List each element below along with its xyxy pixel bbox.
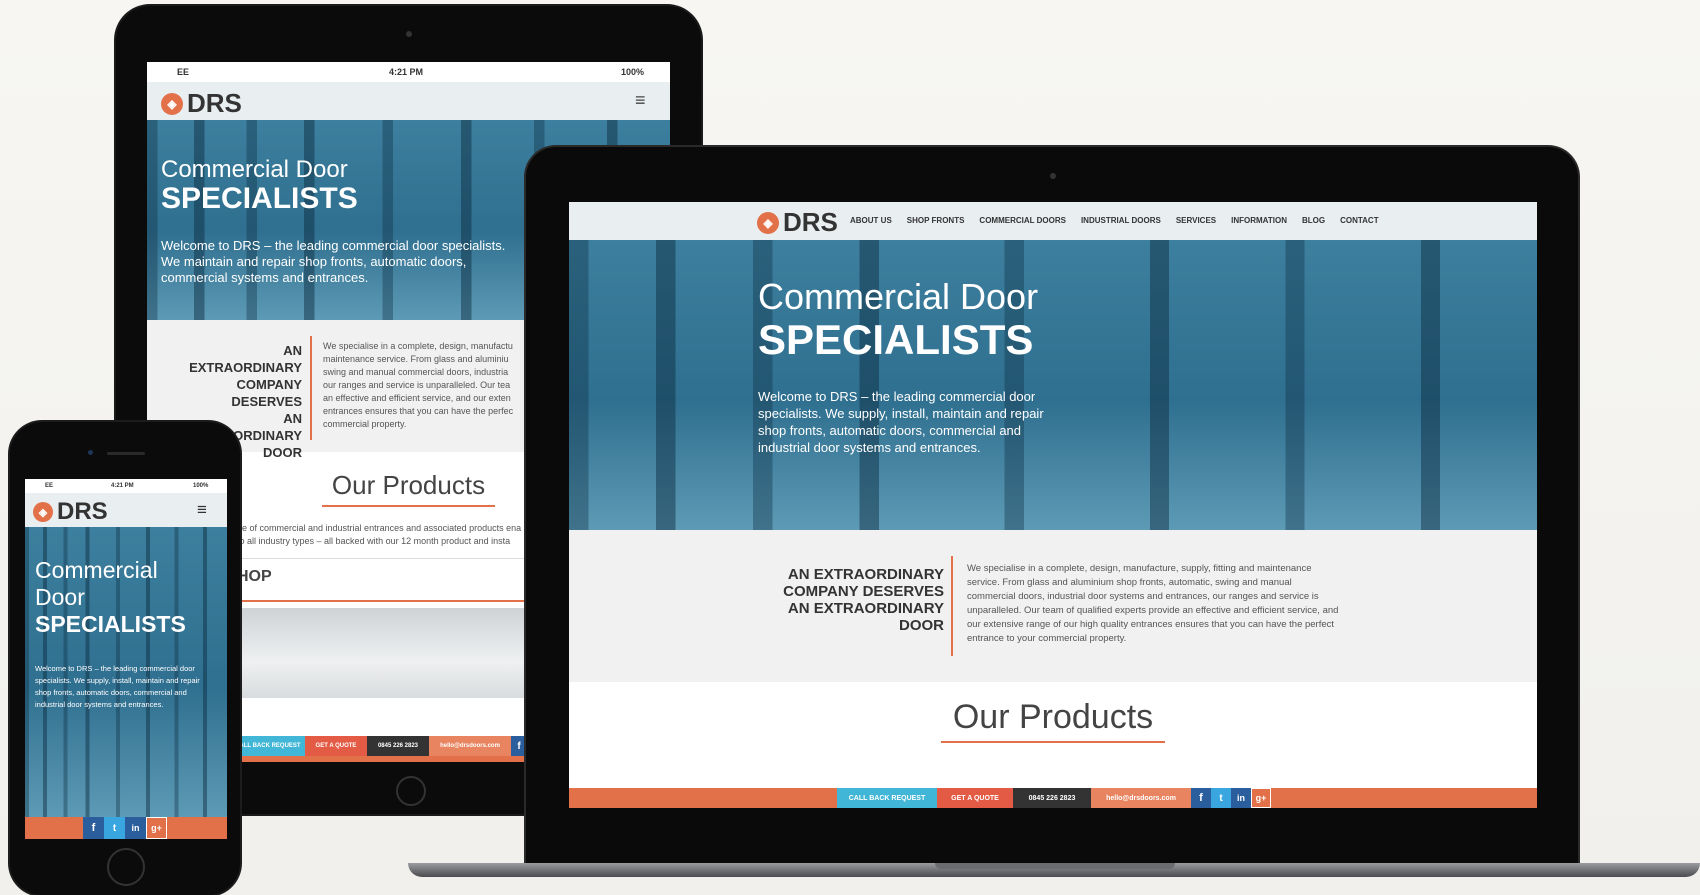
laptop-notch <box>935 863 1175 869</box>
nav-blog[interactable]: BLOG <box>1302 216 1325 225</box>
phone-cta-bar: f t in g+ <box>25 817 227 839</box>
phone-carrier: EE <box>45 483 54 489</box>
hero-text: Welcome to DRS – the leading commercial … <box>35 664 200 709</box>
callback-button[interactable]: ALL BACK REQUEST <box>235 736 305 756</box>
products-subheading: HOP <box>237 568 272 585</box>
hero-title-line2: SPECIALISTS <box>161 182 358 215</box>
phone-speaker <box>107 452 145 455</box>
tablet-time: 4:21 PM <box>389 67 424 77</box>
hero-title-line1: Commercial Door <box>161 156 348 183</box>
hero-title-line2: SPECIALISTS <box>35 611 186 637</box>
nav-about-us[interactable]: ABOUT US <box>850 216 892 225</box>
hero-text: Welcome to DRS – the leading commercial … <box>161 238 506 285</box>
callback-button[interactable]: CALL BACK REQUEST <box>837 788 937 808</box>
facebook-icon[interactable]: f <box>1191 788 1211 808</box>
intro-divider <box>951 556 953 656</box>
products-heading-wrap: Our Products <box>569 698 1537 743</box>
nav-information[interactable]: INFORMATION <box>1231 216 1287 225</box>
nav-services[interactable]: SERVICES <box>1176 216 1216 225</box>
tablet-header: ◈ DRS ≡ <box>147 82 670 120</box>
logo-text: DRS <box>187 88 242 118</box>
email-button[interactable]: hello@drsdoors.com <box>1091 788 1191 808</box>
laptop-base <box>408 863 1700 877</box>
main-nav: ABOUT US SHOP FRONTS COMMERCIAL DOORS IN… <box>850 216 1379 225</box>
tablet-carrier: EE <box>177 67 190 77</box>
tablet-home-button[interactable] <box>396 776 426 806</box>
logo-hexagon-icon: ◈ <box>33 502 53 522</box>
linkedin-icon[interactable]: in <box>1231 788 1251 808</box>
quote-button[interactable]: GET A QUOTE <box>937 788 1013 808</box>
hero-title-line1a: Commercial <box>35 557 158 583</box>
hero-title-line1b: Door <box>35 584 85 610</box>
laptop-header: ◈ DRS ABOUT US SHOP FRONTS COMMERCIAL DO… <box>569 202 1537 240</box>
phone-logo[interactable]: ◈ DRS <box>33 498 108 526</box>
facebook-icon[interactable]: f <box>511 736 527 756</box>
phone-header: ◈ DRS ≡ <box>25 493 227 527</box>
linkedin-icon[interactable]: in <box>125 817 146 839</box>
phone-camera <box>88 450 93 455</box>
hero-title-line2: SPECIALISTS <box>758 316 1034 363</box>
hero-title-line1: Commercial Door <box>758 276 1039 317</box>
quote-button[interactable]: GET A QUOTE <box>305 736 367 756</box>
nav-industrial-doors[interactable]: INDUSTRIAL DOORS <box>1081 216 1161 225</box>
tablet-status-bar: EE 4:21 PM 100% <box>147 62 670 82</box>
phone-status-bar: EE 4:21 PM 100% <box>25 479 227 493</box>
twitter-icon[interactable]: t <box>104 817 125 839</box>
phone-time: 4:21 PM <box>111 483 134 489</box>
intro-divider <box>310 336 312 440</box>
products-text: ge of commercial and industrial entrance… <box>237 523 529 546</box>
hero-text: Welcome to DRS – the leading commercial … <box>758 389 1044 455</box>
laptop-intro: AN EXTRAORDINARY COMPANY DESERVES AN EXT… <box>569 530 1537 682</box>
tablet-battery: 100% <box>621 67 645 77</box>
hamburger-icon[interactable]: ≡ <box>635 90 646 111</box>
products-heading: Our Products <box>940 698 1166 743</box>
laptop-camera <box>1050 173 1056 179</box>
tablet-cta-bar-buttons: ALL BACK REQUEST GET A QUOTE 0845 226 28… <box>235 736 527 756</box>
logo-text: DRS <box>57 498 108 525</box>
phone-button[interactable]: 0845 226 2823 <box>1013 788 1091 808</box>
phone-home-button[interactable] <box>107 848 145 886</box>
phone-hero: Commercial Door SPECIALISTS Welcome to D… <box>25 527 227 817</box>
phone-social-buttons: f t in g+ <box>83 817 167 839</box>
products-heading: Our Products <box>321 470 496 507</box>
nav-shop-fronts[interactable]: SHOP FRONTS <box>907 216 965 225</box>
google-plus-icon[interactable]: g+ <box>1251 788 1271 808</box>
laptop-hero: Commercial Door SPECIALISTS Welcome to D… <box>569 240 1537 530</box>
hamburger-icon[interactable]: ≡ <box>197 500 207 520</box>
phone-battery: 100% <box>193 483 209 489</box>
twitter-icon[interactable]: t <box>1211 788 1231 808</box>
email-button[interactable]: hello@drsdoors.com <box>429 736 511 756</box>
logo-text: DRS <box>783 207 838 237</box>
tablet-camera <box>406 31 412 37</box>
tablet-logo[interactable]: ◈ DRS <box>161 88 242 119</box>
laptop-screen: ◈ DRS ABOUT US SHOP FRONTS COMMERCIAL DO… <box>569 202 1537 808</box>
nav-commercial-doors[interactable]: COMMERCIAL DOORS <box>979 216 1066 225</box>
facebook-icon[interactable]: f <box>83 817 104 839</box>
laptop-logo[interactable]: ◈ DRS <box>757 207 838 238</box>
intro-text: We specialise in a complete, design, man… <box>967 563 1339 644</box>
logo-hexagon-icon: ◈ <box>161 92 183 115</box>
phone-screen: EE 4:21 PM 100% ◈ DRS ≡ Commercial Door … <box>25 479 227 839</box>
phone-button[interactable]: 0845 226 2823 <box>367 736 429 756</box>
laptop-cta-buttons: CALL BACK REQUEST GET A QUOTE 0845 226 2… <box>837 788 1271 808</box>
nav-contact[interactable]: CONTACT <box>1340 216 1379 225</box>
google-plus-icon[interactable]: g+ <box>146 817 167 839</box>
intro-heading: AN EXTRAORDINARY COMPANY DESERVES AN EXT… <box>783 566 944 634</box>
laptop-cta-bar: CALL BACK REQUEST GET A QUOTE 0845 226 2… <box>569 788 1537 808</box>
intro-text: We specialise in a complete, design, man… <box>323 341 514 429</box>
logo-hexagon-icon: ◈ <box>757 211 779 234</box>
